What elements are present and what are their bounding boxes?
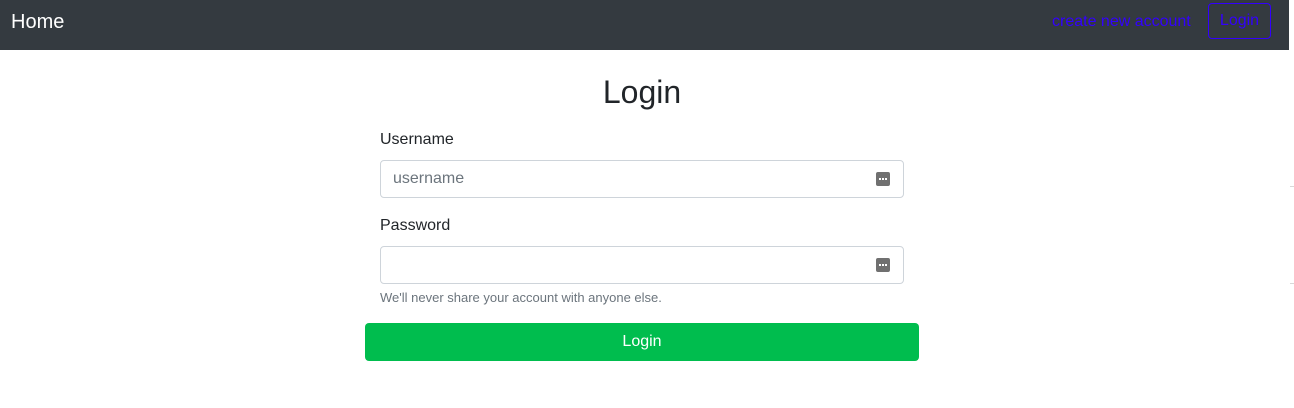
password-label: Password — [380, 217, 451, 234]
scroll-edge-mark — [1290, 186, 1294, 187]
scroll-edge-mark — [1290, 283, 1294, 284]
username-input[interactable] — [393, 161, 863, 197]
password-field[interactable] — [380, 246, 904, 284]
password-manager-icon[interactable] — [876, 258, 890, 272]
nav-login-button[interactable]: Login — [1208, 3, 1271, 39]
privacy-help-text: We'll never share your account with anyo… — [380, 290, 662, 305]
create-account-link[interactable]: create new account — [1052, 12, 1191, 32]
login-submit-button[interactable]: Login — [365, 323, 919, 361]
username-field[interactable] — [380, 160, 904, 198]
navbar: Home create new account Login — [0, 0, 1289, 50]
home-link[interactable]: Home — [11, 10, 64, 34]
password-manager-icon[interactable] — [876, 172, 890, 186]
password-input[interactable] — [393, 247, 863, 283]
username-label: Username — [380, 131, 454, 148]
page-title: Login — [602, 74, 682, 110]
